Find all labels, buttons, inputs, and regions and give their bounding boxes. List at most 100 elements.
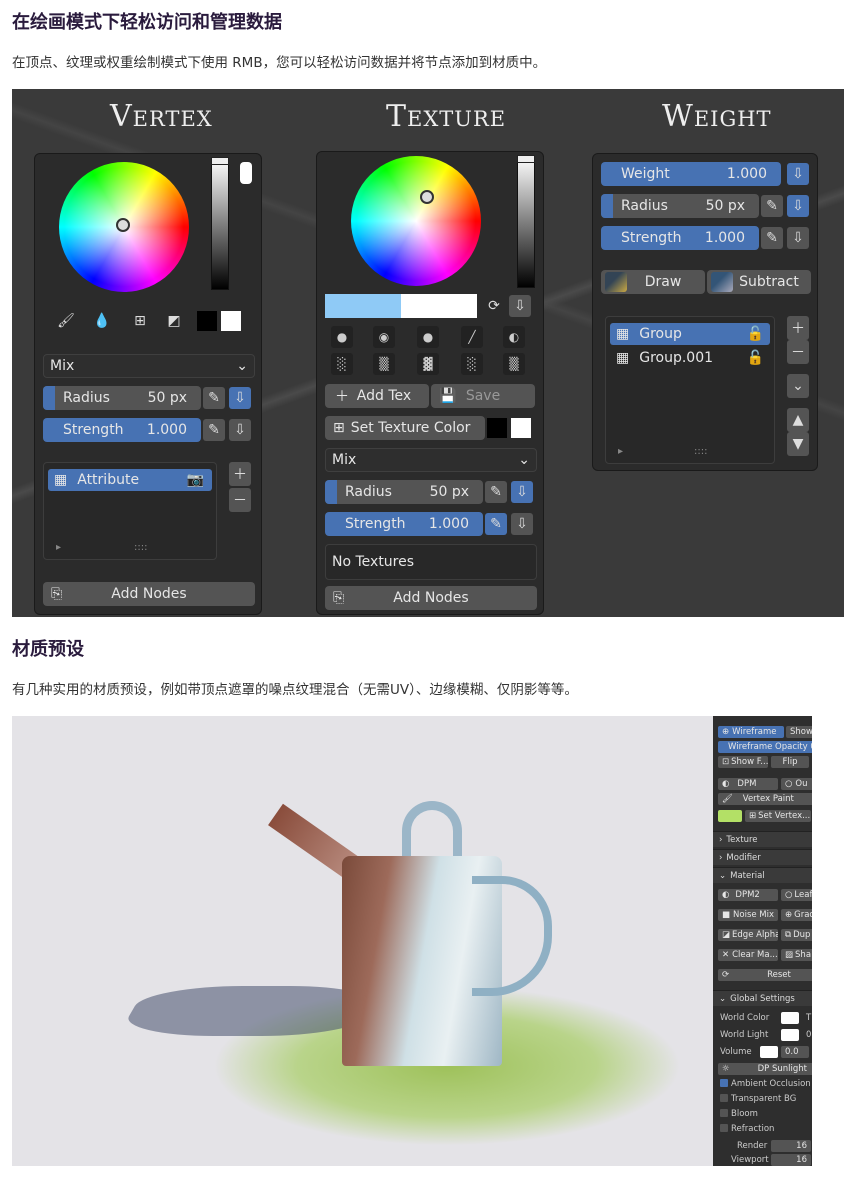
leaf-button[interactable]: ○ Leaf — [781, 889, 812, 901]
edge-alpha-button[interactable]: ◪ Edge Alpha — [718, 929, 778, 941]
texture-primary-swatch[interactable] — [325, 294, 401, 318]
weight-strength-field[interactable]: Strength 1.000 — [601, 226, 759, 250]
brush-preset-icon[interactable]: ▓ — [417, 353, 439, 375]
dpm2-button[interactable]: ◐ DPM2 — [718, 889, 778, 901]
refraction-checkbox[interactable]: Refraction — [720, 1124, 774, 1134]
color-cursor[interactable] — [116, 218, 130, 232]
move-down-icon[interactable]: ▼ — [787, 432, 809, 456]
texture-strength-field[interactable]: Strength 1.000 — [325, 512, 483, 536]
lock-icon[interactable]: 🔓 — [747, 326, 764, 342]
texture-color-wheel[interactable] — [351, 156, 481, 286]
viewport-samples-field[interactable]: 16 — [771, 1154, 811, 1166]
world-light-swatch[interactable] — [781, 1029, 799, 1041]
save-button[interactable]: 💾 Save — [431, 384, 535, 408]
volume-swatch[interactable] — [760, 1046, 778, 1058]
set-vertex-button[interactable]: ⊞ Set Vertex... — [745, 810, 811, 822]
modifier-section-header[interactable]: › Modifier — [713, 849, 812, 865]
weight-radius-field[interactable]: Radius 50 px — [601, 194, 759, 218]
global-settings-header[interactable]: ⌄ Global Settings — [713, 990, 812, 1006]
chevron-down-icon[interactable]: ⌄ — [787, 374, 809, 398]
brush-icon[interactable]: 🖌 — [55, 310, 77, 332]
swap-colors-icon[interactable]: ◩ — [163, 310, 185, 332]
brush-preset-icon[interactable]: ◉ — [373, 326, 395, 348]
pressure-toggle-icon[interactable]: ⇩ — [787, 195, 809, 217]
list-item[interactable]: ▦ Group.001 🔓 — [610, 347, 770, 369]
vertex-value-slider[interactable] — [211, 157, 229, 290]
texture-radius-field[interactable]: Radius 50 px — [325, 480, 483, 504]
pressure-toggle-icon[interactable]: ⇩ — [229, 387, 251, 409]
value-handle[interactable] — [211, 157, 229, 165]
remove-icon[interactable]: － — [787, 340, 809, 364]
pressure-toggle-icon[interactable]: ⇩ — [509, 295, 531, 317]
secondary-color-swatch[interactable] — [511, 418, 531, 438]
show-f-button[interactable]: ⊡ Show F... — [718, 756, 768, 768]
pressure-toggle-icon[interactable]: ⇩ — [511, 513, 533, 535]
dpm-button[interactable]: ◐ DPM — [718, 778, 778, 790]
subtract-button[interactable]: Subtract — [707, 270, 811, 294]
pressure-icon[interactable]: ✎ — [203, 387, 225, 409]
brush-preset-icon[interactable]: ◐ — [503, 326, 525, 348]
secondary-color-swatch[interactable] — [221, 311, 241, 331]
render-samples-field[interactable]: 16 — [771, 1140, 811, 1152]
brush-preset-icon[interactable]: ░ — [331, 353, 353, 375]
color-cursor[interactable] — [420, 190, 434, 204]
brush-preset-icon[interactable]: ▒ — [503, 353, 525, 375]
texture-blend-select[interactable]: Mix ⌄ — [325, 448, 537, 472]
vertex-add-nodes-button[interactable]: ⎘ Add Nodes — [43, 582, 255, 606]
vertex-color-swatch[interactable] — [240, 162, 252, 184]
move-up-icon[interactable]: ▲ — [787, 408, 809, 432]
primary-color-swatch[interactable] — [197, 311, 217, 331]
ambient-occlusion-checkbox[interactable]: Ambient Occlusion — [720, 1079, 811, 1089]
brush-preset-icon[interactable]: ╱ — [461, 326, 483, 348]
vertex-color-wheel[interactable] — [59, 162, 189, 292]
noise-mix-button[interactable]: ■ Noise Mix — [718, 909, 778, 921]
resize-handle[interactable]: :::: — [694, 446, 707, 457]
remove-icon[interactable]: － — [229, 488, 251, 512]
flip-button[interactable]: Flip — [771, 756, 809, 768]
pressure-toggle-icon[interactable]: ⇩ — [787, 227, 809, 249]
pressure-icon[interactable]: ✎ — [761, 195, 783, 217]
pressure-icon[interactable]: ✎ — [485, 481, 507, 503]
expand-icon[interactable]: ▸ — [618, 446, 623, 457]
lock-icon[interactable]: 🔓 — [747, 350, 764, 366]
wireframe-button[interactable]: ⊕ Wireframe — [718, 726, 784, 738]
weight-field[interactable]: Weight 1.000 — [601, 162, 781, 186]
pressure-toggle-icon[interactable]: ⇩ — [787, 163, 809, 185]
brush-preset-icon[interactable]: ░ — [461, 353, 483, 375]
draw-button[interactable]: Draw — [601, 270, 705, 294]
texture-section-header[interactable]: › Texture — [713, 831, 812, 847]
wireframe-opacity-field[interactable]: Wireframe Opacity 0 — [718, 741, 812, 753]
dp-sunlight-button[interactable]: ☼ DP Sunlight — [718, 1063, 812, 1075]
expand-icon[interactable]: ▸ — [56, 542, 61, 553]
pressure-icon[interactable]: ✎ — [203, 419, 225, 441]
transparent-bg-checkbox[interactable]: Transparent BG — [720, 1094, 796, 1104]
vertex-color-swatch[interactable] — [718, 810, 742, 822]
brush-preset-icon[interactable]: ● — [417, 326, 439, 348]
brush-preset-icon[interactable]: ● — [331, 326, 353, 348]
value-handle[interactable] — [517, 155, 535, 163]
brush-preset-icon[interactable]: ▒ — [373, 353, 395, 375]
resize-handle[interactable]: :::: — [134, 542, 147, 553]
set-texture-color-button[interactable]: ⊞ Set Texture Color — [325, 416, 485, 440]
material-section-header[interactable]: ⌄ Material — [713, 867, 812, 883]
fill-brush-icon[interactable]: ⊞ — [129, 310, 151, 332]
vertex-strength-field[interactable]: Strength 1.000 — [43, 418, 201, 442]
world-color-swatch[interactable] — [781, 1012, 799, 1024]
clear-material-button[interactable]: ✕ Clear Ma... — [718, 949, 778, 961]
pressure-icon[interactable]: ✎ — [761, 227, 783, 249]
show-button[interactable]: Show — [786, 726, 812, 738]
pressure-icon[interactable]: ✎ — [485, 513, 507, 535]
add-tex-button[interactable]: ＋ Add Tex — [325, 384, 429, 408]
list-item[interactable]: ▦ Attribute 📷 — [48, 469, 212, 491]
reset-button[interactable]: ⟳ Reset — [718, 969, 812, 981]
pressure-toggle-icon[interactable]: ⇩ — [229, 419, 251, 441]
bloom-checkbox[interactable]: Bloom — [720, 1109, 758, 1119]
pressure-toggle-icon[interactable]: ⇩ — [511, 481, 533, 503]
add-icon[interactable]: ＋ — [229, 462, 251, 486]
sha-button[interactable]: ▨ Sha — [781, 949, 812, 961]
drop-icon[interactable]: 💧 — [91, 310, 113, 332]
vertex-blend-select[interactable]: Mix ⌄ — [43, 354, 255, 378]
grad-button[interactable]: ⊕Grad — [781, 909, 812, 921]
vertex-radius-field[interactable]: Radius 50 px — [43, 386, 201, 410]
vertex-paint-button[interactable]: 🖌 Vertex Paint — [718, 793, 812, 805]
